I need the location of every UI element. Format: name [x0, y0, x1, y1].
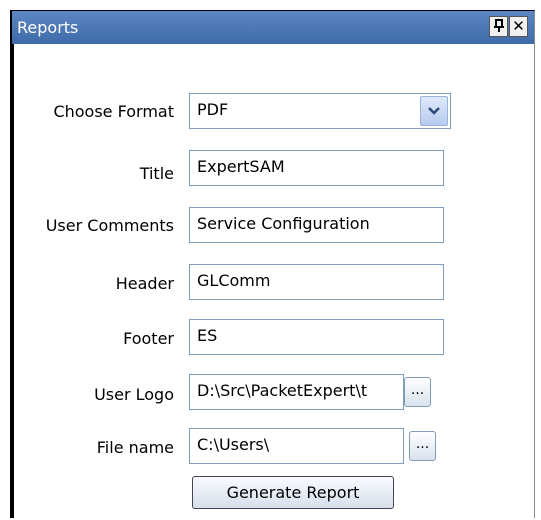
- title-input[interactable]: ExpertSAM: [189, 150, 444, 186]
- filename-browse-button[interactable]: ...: [409, 431, 436, 461]
- logo-browse-button[interactable]: ...: [404, 377, 431, 407]
- filename-label: File name: [96, 438, 174, 457]
- comments-input[interactable]: Service Configuration: [189, 207, 444, 243]
- filename-input[interactable]: C:\Users\: [189, 428, 404, 464]
- close-button[interactable]: ✕: [509, 16, 528, 37]
- report-form: Choose Format PDF Title ExpertSAM User C…: [12, 44, 532, 518]
- comments-label: User Comments: [45, 216, 174, 235]
- panel-title: Reports: [17, 18, 79, 37]
- header-label: Header: [115, 274, 174, 293]
- logo-label: User Logo: [94, 385, 174, 404]
- close-icon: ✕: [512, 17, 525, 35]
- pin-button[interactable]: [489, 16, 508, 37]
- panel-titlebar[interactable]: Reports ✕: [12, 11, 534, 44]
- header-input[interactable]: GLComm: [189, 264, 444, 300]
- generate-report-button[interactable]: Generate Report: [192, 476, 394, 509]
- logo-input[interactable]: D:\Src\PacketExpert\t: [189, 374, 404, 410]
- footer-input[interactable]: ES: [189, 319, 444, 355]
- pin-icon: [493, 19, 504, 32]
- dropdown-button[interactable]: [420, 96, 448, 126]
- format-label: Choose Format: [53, 102, 174, 121]
- chevron-down-icon: [428, 107, 440, 115]
- reports-panel: Reports ✕ Choose Format PDF Title Expert…: [10, 10, 535, 518]
- format-value: PDF: [197, 100, 229, 119]
- format-select[interactable]: PDF: [189, 93, 451, 129]
- footer-label: Footer: [123, 329, 174, 348]
- title-label: Title: [139, 164, 174, 183]
